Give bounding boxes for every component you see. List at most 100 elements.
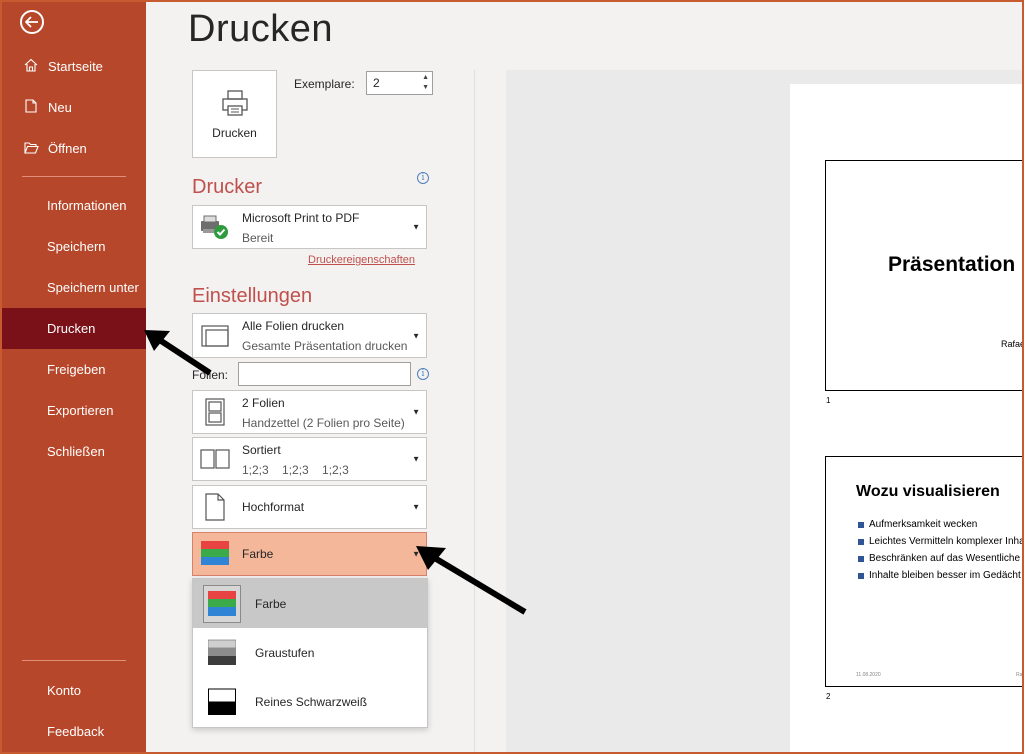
sidebar-item-label: Startseite	[48, 59, 103, 74]
sidebar-item-label: Speichern	[47, 239, 106, 254]
slide-footer-right: Ra	[1016, 672, 1023, 678]
bullet-square-icon	[858, 521, 864, 528]
bullet-text: Beschränken auf das Wesentliche	[869, 553, 1021, 564]
sidebar-item-label: Freigeben	[47, 362, 106, 377]
pane-divider	[474, 70, 475, 754]
portrait-page-icon	[197, 490, 233, 524]
color-swatch-icon	[197, 537, 233, 571]
bullet-square-icon	[858, 538, 864, 545]
printer-properties-link[interactable]: Druckereigenschaften	[308, 254, 415, 266]
backstage-sidebar: Startseite Neu Öffnen Informationen Spei…	[0, 0, 146, 754]
page-title: Drucken	[188, 8, 333, 50]
sidebar-item-neu[interactable]: Neu	[0, 87, 146, 128]
option-farbe[interactable]: Farbe	[193, 579, 427, 628]
layout-line2: Handzettel (2 Folien pro Seite)	[242, 416, 405, 430]
sidebar-item-exportieren[interactable]: Exportieren	[0, 390, 146, 431]
sidebar-item-label: Feedback	[47, 724, 105, 739]
spinner-arrows-icon[interactable]: ▲ ▼	[422, 73, 429, 93]
collated-icon	[197, 442, 233, 476]
collate-line2: 1;2;3 1;2;3 1;2;3	[242, 463, 349, 477]
sidebar-item-drucken[interactable]: Drucken	[0, 308, 146, 349]
color-swatch-icon	[203, 584, 241, 623]
sidebar-item-label: Exportieren	[47, 403, 114, 418]
sidebar-item-label: Speichern unter	[47, 280, 139, 295]
sidebar-item-speichern[interactable]: Speichern	[0, 226, 146, 267]
sidebar-item-label: Öffnen	[48, 141, 87, 156]
list-item: Aufmerksamkeit wecken	[858, 519, 1024, 530]
slides-range-select[interactable]: Alle Folien drucken Gesamte Präsentation…	[192, 313, 427, 358]
sidebar-item-informationen[interactable]: Informationen	[0, 185, 146, 226]
info-icon[interactable]: i	[417, 172, 429, 184]
printer-icon	[221, 90, 248, 116]
preview-slide-2: Wozu visualisieren Aufmerksamkeit wecken…	[825, 456, 1024, 687]
folien-input[interactable]	[238, 362, 411, 386]
color-mode-select[interactable]: Farbe ▼	[192, 532, 427, 576]
sidebar-item-feedback[interactable]: Feedback	[0, 711, 146, 752]
option-label: Graustufen	[255, 645, 315, 660]
copies-value: 2	[373, 76, 380, 90]
layout-line1: 2 Folien	[242, 396, 285, 410]
slide-bullet-list: Aufmerksamkeit wecken Leichtes Vermittel…	[858, 519, 1024, 587]
slide-footer-date: 11.08.2020	[856, 672, 881, 678]
sidebar-item-label: Drucken	[47, 321, 96, 336]
sidebar-item-oeffnen[interactable]: Öffnen	[0, 128, 146, 169]
list-item: Beschränken auf das Wesentliche	[858, 553, 1024, 564]
chevron-down-icon: ▼	[412, 454, 420, 464]
black-white-swatch-icon	[205, 685, 239, 719]
bullet-square-icon	[858, 555, 864, 562]
print-button-label: Drucken	[212, 126, 257, 140]
slide-number: 2	[826, 692, 831, 701]
slide-title: Präsentation	[888, 253, 1016, 276]
chevron-down-icon: ▼	[412, 222, 420, 232]
sidebar-item-label: Konto	[47, 683, 81, 698]
orientation-select[interactable]: Hochformat ▼	[192, 485, 427, 529]
info-icon[interactable]: i	[417, 368, 429, 380]
print-button[interactable]: Drucken	[192, 70, 277, 158]
color-mode-value: Farbe	[242, 547, 274, 561]
annotation-arrow-icon	[416, 546, 527, 615]
copies-label: Exemplare:	[294, 77, 355, 91]
printer-heading: Drucker	[192, 176, 263, 198]
sidebar-item-speichern-unter[interactable]: Speichern unter	[0, 267, 146, 308]
bullet-text: Leichtes Vermitteln komplexer Inha	[869, 536, 1024, 547]
bullet-text: Aufmerksamkeit wecken	[869, 519, 978, 530]
copies-stepper[interactable]: 2 ▲ ▼	[366, 71, 433, 95]
color-mode-dropdown: Farbe Graustufen Reines Schwarzweiß	[192, 578, 428, 728]
sidebar-item-schliessen[interactable]: Schließen	[0, 431, 146, 472]
collate-select[interactable]: Sortiert 1;2;3 1;2;3 1;2;3 ▼	[192, 437, 427, 481]
layout-select[interactable]: 2 Folien Handzettel (2 Folien pro Seite)…	[192, 390, 427, 434]
sidebar-divider	[22, 176, 126, 177]
handout-layout-icon	[197, 395, 233, 429]
sidebar-item-freigeben[interactable]: Freigeben	[0, 349, 146, 390]
slides-range-line2: Gesamte Präsentation drucken	[242, 339, 408, 353]
chevron-down-icon: ▼	[412, 331, 420, 340]
printer-select[interactable]: Microsoft Print to PDF Bereit ▼	[192, 205, 427, 249]
list-item: Inhalte bleiben besser im Gedächt	[858, 570, 1024, 581]
option-schwarzweiss[interactable]: Reines Schwarzweiß	[193, 677, 427, 726]
sidebar-item-startseite[interactable]: Startseite	[0, 46, 146, 87]
printer-status: Bereit	[242, 231, 274, 245]
option-label: Reines Schwarzweiß	[255, 694, 368, 709]
preview-slide-1: Präsentation Rafae	[825, 160, 1024, 391]
annotation-arrow-icon	[144, 330, 212, 376]
sidebar-item-label: Neu	[48, 100, 72, 115]
sidebar-item-konto[interactable]: Konto	[0, 670, 146, 711]
bullet-square-icon	[858, 572, 864, 579]
collate-line1: Sortiert	[242, 443, 281, 457]
home-icon	[22, 58, 40, 75]
printer-ready-icon	[197, 210, 233, 244]
sidebar-divider	[22, 660, 126, 661]
grayscale-swatch-icon	[205, 636, 239, 670]
slide-title: Wozu visualisieren	[856, 483, 1000, 500]
chevron-down-icon: ▼	[412, 407, 420, 417]
sidebar-item-label: Informationen	[47, 198, 127, 213]
option-graustufen[interactable]: Graustufen	[193, 628, 427, 677]
bullet-text: Inhalte bleiben besser im Gedächt	[869, 570, 1021, 581]
back-arrow-icon[interactable]	[20, 10, 44, 34]
settings-heading: Einstellungen	[192, 285, 313, 307]
chevron-down-icon: ▼	[412, 502, 420, 512]
folder-open-icon	[22, 141, 40, 157]
slide-number: 1	[826, 396, 831, 405]
sidebar-item-label: Schließen	[47, 444, 105, 459]
new-file-icon	[22, 99, 40, 116]
